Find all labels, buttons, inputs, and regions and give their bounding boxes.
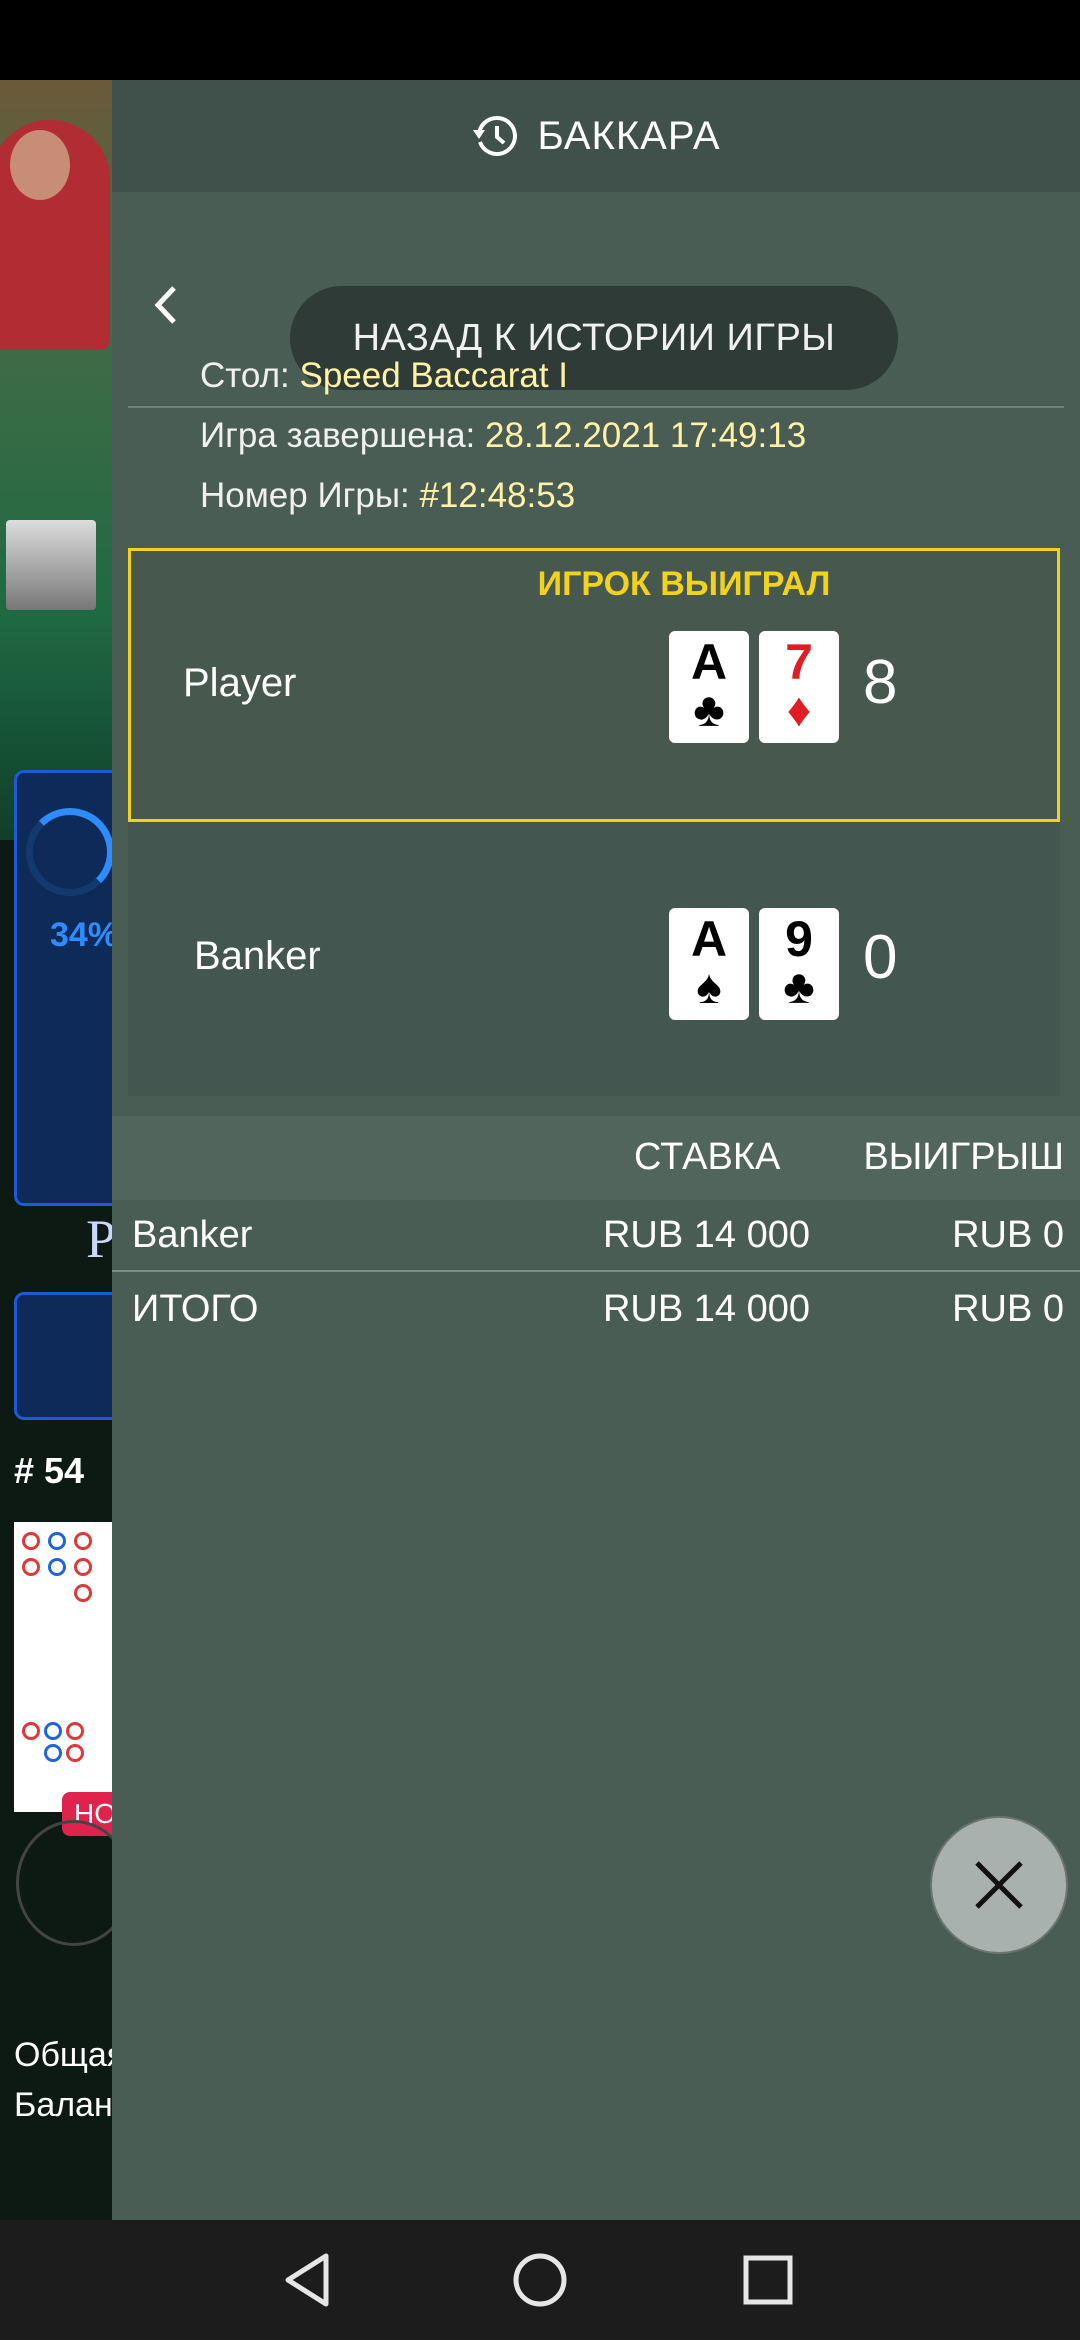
close-icon (975, 1861, 1023, 1909)
back-nav-icon[interactable] (276, 2248, 340, 2312)
bet-name: Banker (132, 1214, 253, 1256)
player-hand: ИГРОК ВЫИГРАЛ Player A ♣ 7 ♦ 8 (128, 548, 1060, 822)
bet-column-header: СТАВКА (634, 1136, 781, 1178)
ended-label: Игра завершена: (200, 416, 476, 455)
road-cell-red (74, 1584, 92, 1602)
total-win: RUB 0 (952, 1288, 1064, 1330)
game-history-panel: БАККАРА НАЗАД К ИСТОРИИ ИГРЫ Стол: Speed… (112, 80, 1080, 2220)
playing-card: 9 ♣ (759, 908, 839, 1020)
club-icon: ♣ (693, 684, 725, 737)
status-bar (0, 0, 1080, 80)
row-divider (112, 1270, 1080, 1272)
bets-table-header: СТАВКА ВЫИГРЫШ (112, 1116, 1080, 1200)
percent-label: 34% (50, 916, 119, 954)
game-number-info: Номер Игры: #12:48:53 (200, 476, 575, 516)
history-icon (473, 115, 518, 156)
banker-hand: Banker A ♠ 9 ♣ 0 (128, 822, 1060, 1096)
home-nav-icon[interactable] (508, 2248, 572, 2312)
road-cell-red (22, 1532, 40, 1550)
card-rank: 9 (785, 911, 813, 967)
total-label: ИТОГО (132, 1288, 259, 1330)
game-number-label: Номер Игры: (200, 476, 410, 515)
table-label: Стол: (200, 356, 290, 395)
club-icon: ♣ (783, 961, 815, 1014)
banker-score: 0 (863, 923, 898, 992)
road-cell-blue (44, 1722, 62, 1740)
dealer-figure (0, 120, 110, 350)
game-number: # 54 (14, 1450, 85, 1491)
dealer-head (10, 130, 70, 200)
chevron-left-icon[interactable] (142, 280, 192, 330)
recents-nav-icon[interactable] (736, 2248, 800, 2312)
playing-card: 7 ♦ (759, 631, 839, 743)
win-amount: RUB 0 (952, 1214, 1064, 1256)
road-cell-blue (48, 1558, 66, 1576)
card-shoe (6, 520, 96, 610)
diamond-icon: ♦ (786, 684, 812, 737)
navigation-bar (0, 2220, 1080, 2340)
table-row: Banker RUB 14 000 RUB 0 (112, 1200, 1080, 1272)
road-cell-blue (48, 1532, 66, 1550)
roadmap (14, 1522, 124, 1812)
card-rank: 7 (785, 634, 813, 690)
road-cell-red (66, 1744, 84, 1762)
total-bet: RUB 14 000 (602, 1288, 810, 1330)
divider (128, 406, 1064, 408)
percent-ring-icon (26, 808, 114, 896)
game-number-value: #12:48:53 (419, 476, 576, 515)
banker-label: Banker (194, 934, 321, 978)
playing-card: A ♣ (669, 631, 749, 743)
card-rank: A (690, 634, 728, 690)
playing-card: A ♠ (669, 908, 749, 1020)
win-column-header: ВЫИГРЫШ (863, 1136, 1064, 1178)
ended-value: 28.12.2021 17:49:13 (485, 416, 807, 455)
table-row-total: ИТОГО RUB 14 000 RUB 0 (112, 1274, 1080, 1346)
card-rank: A (690, 911, 728, 967)
close-button[interactable] (930, 1816, 1068, 1954)
panel-header: БАККАРА (112, 80, 1080, 192)
ended-info: Игра завершена: 28.12.2021 17:49:13 (200, 416, 806, 456)
road-cell-red (22, 1722, 40, 1740)
player-won-label: ИГРОК ВЫИГРАЛ (537, 565, 831, 603)
spade-icon: ♠ (696, 961, 722, 1014)
player-score: 8 (863, 648, 898, 717)
road-cell-red (22, 1558, 40, 1576)
live-video-feed (0, 80, 112, 840)
road-cell-red (74, 1558, 92, 1576)
road-cell-red (66, 1722, 84, 1740)
road-cell-red (74, 1532, 92, 1550)
header-title: БАККАРА (537, 113, 721, 158)
bet-amount: RUB 14 000 (602, 1214, 810, 1256)
table-info: Стол: Speed Baccarat I (200, 356, 568, 396)
table-value: Speed Baccarat I (299, 356, 569, 395)
player-label: Player (183, 661, 297, 705)
road-cell-blue (44, 1744, 62, 1762)
